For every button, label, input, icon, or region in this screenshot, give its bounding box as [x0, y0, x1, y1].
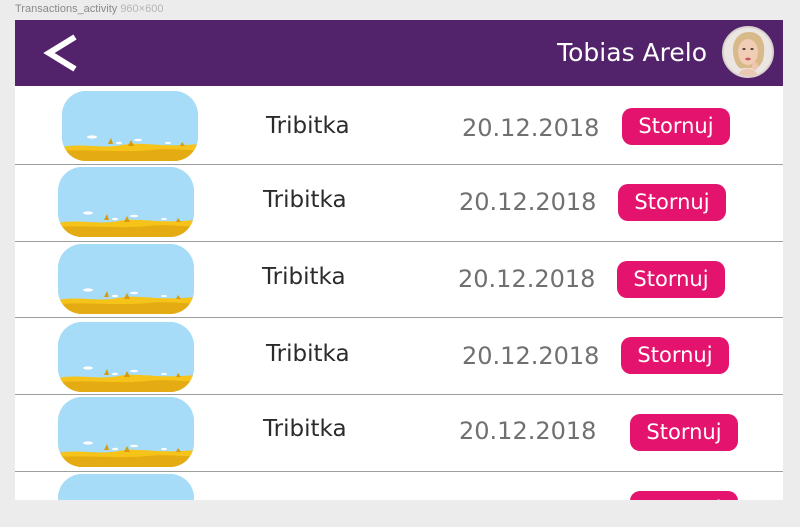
transaction-row: Tribitka 20.12.2018 Stornuj — [15, 242, 783, 318]
transaction-thumbnail — [58, 474, 194, 500]
transaction-thumbnail — [58, 322, 194, 392]
landscape-illustration — [62, 91, 198, 161]
transaction-row: Tribitka 20.12.2018 Stornuj — [15, 395, 783, 471]
transaction-thumbnail — [58, 167, 194, 237]
transaction-name: Tribitka — [263, 416, 347, 442]
transaction-name: Tribitka — [263, 498, 347, 500]
user-name: Tobias Arelo — [557, 38, 707, 67]
landscape-illustration — [58, 474, 194, 500]
cancel-transaction-button[interactable]: Stornuj — [630, 491, 738, 500]
transaction-name: Tribitka — [262, 264, 346, 290]
app-header: Tobias Arelo — [15, 20, 783, 86]
cancel-transaction-button[interactable]: Stornuj — [622, 108, 730, 145]
avatar[interactable] — [722, 26, 774, 78]
transaction-thumbnail — [62, 91, 198, 161]
artboard-label: Transactions_activity 960×600 — [15, 3, 163, 15]
cancel-transaction-button[interactable]: Stornuj — [630, 414, 738, 451]
transaction-name: Tribitka — [263, 187, 347, 213]
transaction-thumbnail — [58, 397, 194, 467]
app-screen: Tobias Arelo Tribitka 20.12.2018 Stornuj Tr… — [15, 20, 783, 500]
transaction-date: 20.12.2018 — [462, 342, 600, 370]
row-divider — [15, 471, 783, 472]
row-divider — [15, 317, 783, 318]
artboard-name: Transactions_activity — [15, 3, 118, 15]
chevron-left-icon — [43, 34, 77, 72]
row-divider — [15, 164, 783, 165]
transaction-row: Tribitka 20.12.2018 Stornuj — [15, 472, 783, 500]
avatar-image — [724, 28, 772, 76]
landscape-illustration — [58, 244, 194, 314]
transaction-date: 20.12.2018 — [462, 114, 600, 142]
transaction-date: 20.12.2018 — [459, 498, 596, 500]
row-divider — [15, 394, 783, 395]
landscape-illustration — [58, 167, 194, 237]
transaction-row: Tribitka 20.12.2018 Stornuj — [15, 165, 783, 241]
transaction-date: 20.12.2018 — [459, 188, 597, 216]
transaction-thumbnail — [58, 244, 194, 314]
cancel-transaction-button[interactable]: Stornuj — [618, 184, 726, 221]
artboard-dims: 960×600 — [120, 3, 164, 15]
landscape-illustration — [58, 397, 194, 467]
cancel-transaction-button[interactable]: Stornuj — [621, 337, 729, 374]
landscape-illustration — [58, 322, 194, 392]
transaction-row: Tribitka 20.12.2018 Stornuj — [15, 318, 783, 394]
row-divider — [15, 241, 783, 242]
back-button[interactable] — [37, 31, 87, 75]
transaction-name: Tribitka — [266, 113, 350, 139]
transaction-date: 20.12.2018 — [458, 265, 596, 293]
transaction-row: Tribitka 20.12.2018 Stornuj — [15, 87, 783, 163]
transaction-date: 20.12.2018 — [459, 417, 597, 445]
transaction-name: Tribitka — [266, 341, 350, 367]
cancel-transaction-button[interactable]: Stornuj — [617, 261, 725, 298]
